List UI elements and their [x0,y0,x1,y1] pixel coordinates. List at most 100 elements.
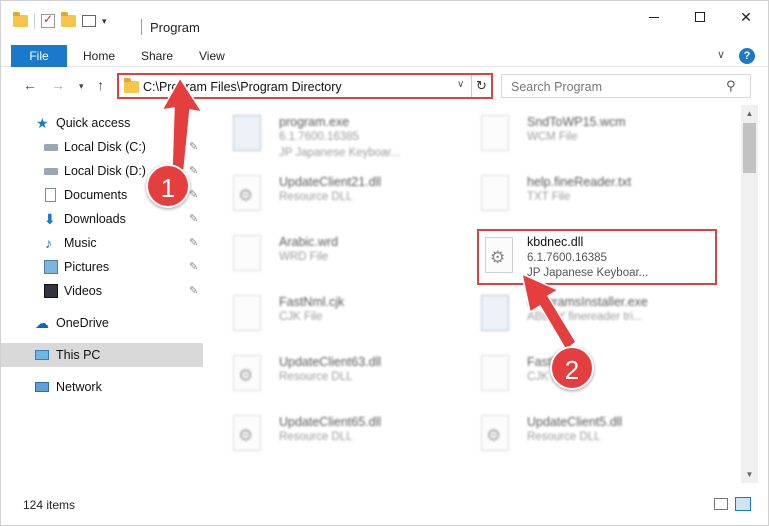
sidebar-item-local-disk-c[interactable]: Local Disk (C:) ✎ [1,135,203,159]
document-file-icon [481,175,509,211]
sidebar-item-pictures[interactable]: Pictures ✎ [1,255,203,279]
file-item[interactable]: UpdateClient5.dll Resource DLL [459,409,699,465]
pin-icon[interactable]: ✎ [189,164,198,177]
customize-icon[interactable] [82,15,96,27]
sidebar-item-label: Downloads [64,212,126,226]
tiles-view-icon[interactable] [735,497,751,511]
pin-icon[interactable]: ✎ [189,260,198,273]
minimize-icon [649,16,659,18]
file-item[interactable]: program.exe 6.1.7600.16385 JP Japanese K… [211,109,451,165]
scroll-down-icon[interactable]: ▼ [741,466,758,483]
details-view-icon[interactable] [714,498,728,510]
search-placeholder: Search Program [511,80,603,94]
file-item[interactable]: UpdateClient21.dll Resource DLL [211,169,451,225]
file-detail: ABBYY finereader tri... [527,311,643,323]
maximize-button[interactable] [677,1,723,33]
dll-file-icon [233,355,261,391]
sidebar-item-music[interactable]: ♪ Music ✎ [1,231,203,255]
close-button[interactable]: ✕ [723,1,769,33]
sidebar-item-onedrive[interactable]: ☁ OneDrive [1,311,203,335]
refresh-icon[interactable]: ↻ [471,75,491,97]
file-item-kbdnec[interactable]: kbdnec.dll 6.1.7600.16385 JP Japanese Ke… [477,229,717,285]
sidebar-item-label: Videos [64,284,102,298]
pin-icon[interactable]: ✎ [189,236,198,249]
file-item[interactable]: SndToWP15.wcm WCM File [459,109,699,165]
forward-arrow-icon[interactable]: → [51,77,65,93]
onedrive-icon: ☁ [35,315,49,331]
file-detail: CJK File [279,311,323,323]
videos-icon [44,284,58,298]
pin-icon[interactable]: ✎ [189,212,198,225]
file-name: program.exe [279,115,350,129]
file-item[interactable]: FastNml.cjk CJK File [211,289,451,345]
document-file-icon [233,295,261,331]
new-folder-icon[interactable] [61,12,76,27]
documents-icon [45,188,56,202]
scroll-thumb[interactable] [743,123,756,173]
file-detail: WRD File [279,251,329,263]
tab-file[interactable]: File [11,45,67,67]
step-badge-1: 1 [146,164,190,208]
ribbon-tabs: File Home Share View ∨ ? [1,45,768,67]
tab-share[interactable]: Share [129,45,185,67]
file-detail: TXT File [527,191,571,203]
sidebar-item-downloads[interactable]: ⬇ Downloads ✎ [1,207,203,231]
navigation-bar: ← → ▾ ↑ C:\Program Files\Program Directo… [1,69,768,103]
back-arrow-icon[interactable]: ← [23,77,37,93]
dll-file-icon [233,175,261,211]
file-detail: Resource DLL [527,431,601,443]
file-item[interactable]: help.fineReader.txt TXT File [459,169,699,225]
pin-icon[interactable]: ✎ [189,140,198,153]
sidebar-item-quick-access[interactable]: ★ Quick access [1,111,203,135]
scroll-up-icon[interactable]: ▲ [741,105,758,122]
properties-check-icon[interactable] [41,12,55,28]
search-icon[interactable]: ⚲ [726,78,736,94]
address-path[interactable]: C:\Program Files\Program Directory [143,80,342,94]
expand-ribbon-icon[interactable]: ∨ [717,48,725,61]
sidebar-item-network[interactable]: Network [1,375,203,399]
file-item[interactable]: ProgramsInstaller.exe ABBYY finereader t… [459,289,699,345]
search-input[interactable]: Search Program ⚲ [501,74,751,98]
help-icon[interactable]: ? [739,48,755,64]
folder-icon[interactable] [13,12,28,27]
pin-icon[interactable]: ✎ [189,284,198,297]
downloads-icon: ⬇ [44,211,56,227]
status-bar: 124 items [1,491,768,517]
address-bar[interactable]: C:\Program Files\Program Directory ∨ ↻ [117,73,493,99]
pin-icon[interactable]: ✎ [189,188,198,201]
sidebar-item-label: Local Disk (C:) [64,140,146,154]
tab-home[interactable]: Home [71,45,127,67]
sidebar-item-this-pc[interactable]: This PC [1,343,203,367]
recent-locations-icon[interactable]: ▾ [79,81,84,92]
file-item[interactable]: Arabic.wrd WRD File [211,229,451,285]
file-name: UpdateClient5.dll [527,415,623,429]
step-badge-2: 2 [550,346,594,390]
file-name: ProgramsInstaller.exe [527,295,648,309]
file-detail: Resource DLL [279,431,353,443]
sidebar-item-label: This PC [56,348,101,362]
sidebar-item-label: OneDrive [56,316,109,330]
sidebar-item-label: Pictures [64,260,110,274]
sidebar-item-label: Network [56,380,102,394]
up-arrow-icon[interactable]: ↑ [97,77,104,93]
file-detail: JP Japanese Keyboar... [279,147,401,159]
window-title: Program [150,20,200,35]
title-bar: ▾ Program ✕ [1,1,768,41]
address-dropdown-icon[interactable]: ∨ [457,79,464,90]
file-detail: JP Japanese Keyboar... [527,267,649,279]
document-file-icon [481,115,509,151]
dll-file-icon [481,415,509,451]
document-file-icon [233,235,261,271]
file-name: Arabic.wrd [279,235,339,249]
file-name: help.fineReader.txt [527,175,632,189]
sidebar-item-videos[interactable]: Videos ✎ [1,279,203,303]
file-item[interactable]: UpdateClient63.dll Resource DLL [211,349,451,405]
toolbar-divider [34,13,35,29]
minimize-button[interactable] [631,1,677,33]
disk-icon [44,168,58,175]
tab-view[interactable]: View [187,45,237,67]
toolbar-dropdown-icon[interactable]: ▾ [102,16,107,27]
file-item[interactable]: UpdateClient65.dll Resource DLL [211,409,451,465]
file-detail: Resource DLL [279,191,353,203]
vertical-scrollbar[interactable]: ▲ ▼ [741,105,758,483]
